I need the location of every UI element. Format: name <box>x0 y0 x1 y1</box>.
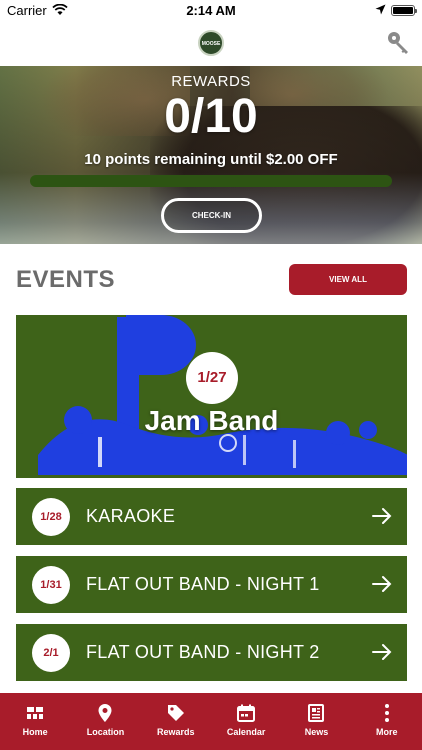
event-row[interactable]: 2/1 FLAT OUT BAND - NIGHT 2 <box>16 624 407 681</box>
event-row[interactable]: 1/31 FLAT OUT BAND - NIGHT 1 <box>16 556 407 613</box>
tab-label: Rewards <box>157 727 195 737</box>
event-title: FLAT OUT BAND - NIGHT 2 <box>86 642 320 662</box>
tab-label: Calendar <box>226 727 266 737</box>
rewards-count: 0/10 <box>164 90 258 143</box>
tab-location[interactable]: Location <box>70 693 140 750</box>
app-header: MOOSE <box>0 22 422 66</box>
arrow-right-icon <box>372 644 392 660</box>
key-icon[interactable] <box>386 30 412 56</box>
location-arrow-icon <box>375 4 386 15</box>
tab-label: Home <box>22 727 48 737</box>
tab-rewards[interactable]: Rewards <box>141 693 211 750</box>
tab-news[interactable]: News <box>281 693 351 750</box>
event-date: 1/28 <box>32 498 70 536</box>
tab-label: More <box>376 727 398 737</box>
tab-more[interactable]: More <box>352 693 422 750</box>
bottom-tab-bar: Home Location Rewards Calendar News More <box>0 693 422 750</box>
more-dots-icon <box>384 704 389 722</box>
arrow-right-icon <box>372 576 392 592</box>
tab-calendar[interactable]: Calendar <box>211 693 281 750</box>
status-bar: Carrier 2:14 AM <box>0 0 422 22</box>
grid-icon <box>27 707 44 719</box>
rewards-remaining-text: 10 points remaining until $2.00 OFF <box>84 151 338 168</box>
calendar-icon <box>237 704 256 722</box>
tag-icon <box>167 705 184 721</box>
rewards-progress-bar <box>30 175 392 187</box>
check-in-button[interactable]: CHECK-IN <box>161 198 262 233</box>
featured-event-title: Jam Band <box>144 405 279 436</box>
event-title: FLAT OUT BAND - NIGHT 1 <box>86 574 320 594</box>
music-note-flag <box>126 315 196 375</box>
arrow-right-icon <box>372 508 392 524</box>
clock: 2:14 AM <box>186 3 236 18</box>
event-date: 1/31 <box>32 566 70 604</box>
newspaper-icon <box>308 704 325 722</box>
event-row[interactable]: 1/28 KARAOKE <box>16 488 407 545</box>
view-all-button[interactable]: VIEW ALL <box>289 264 407 295</box>
event-title: KARAOKE <box>86 506 176 526</box>
tab-label: News <box>304 727 329 737</box>
events-heading: EVENTS <box>16 266 116 293</box>
logo-text: MOOSE <box>201 41 221 47</box>
featured-event-card[interactable]: 1/27 Jam Band <box>16 315 407 478</box>
battery-icon <box>391 5 417 16</box>
event-date: 2/1 <box>32 634 70 672</box>
moose-logo: MOOSE <box>198 30 224 56</box>
tab-label: Location <box>86 727 125 737</box>
featured-event-date: 1/27 <box>186 352 238 404</box>
map-pin-icon <box>98 704 112 722</box>
tab-home[interactable]: Home <box>0 693 70 750</box>
